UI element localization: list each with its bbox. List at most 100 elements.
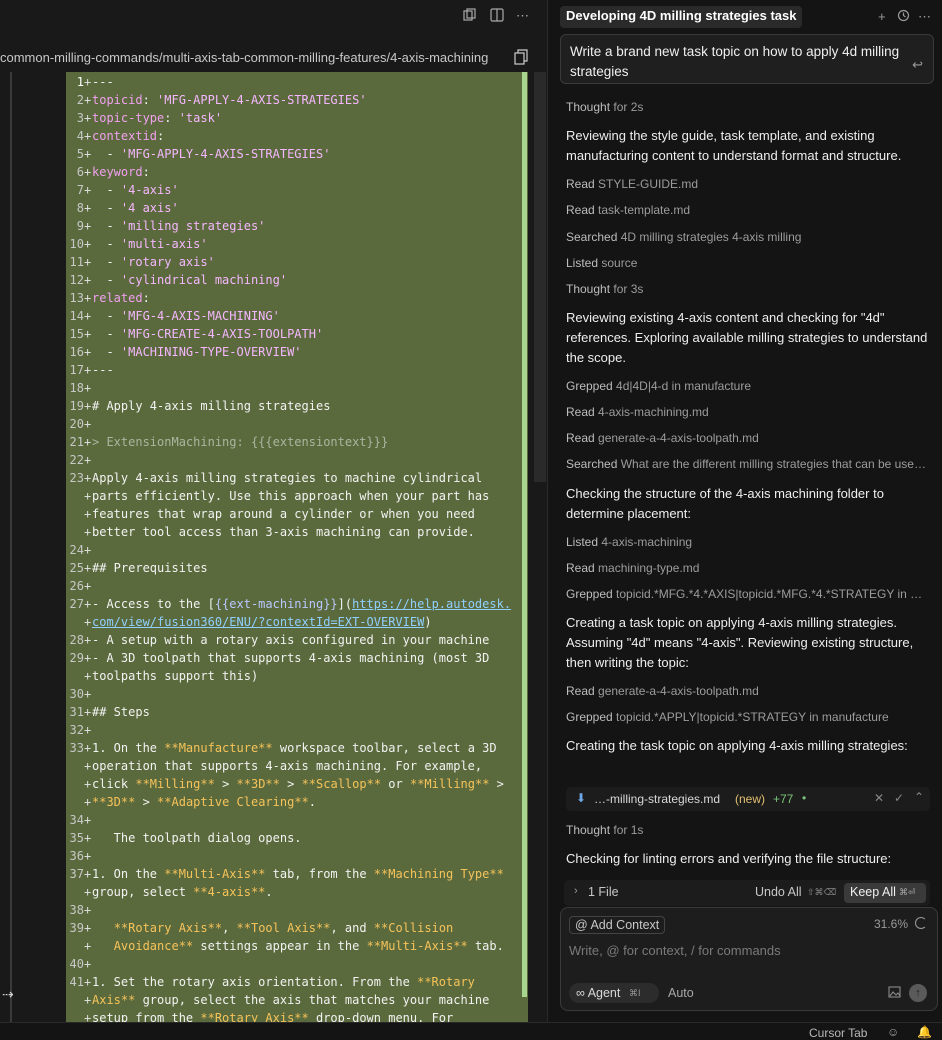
code-line[interactable]: - '4 axis'	[92, 199, 178, 217]
code-line[interactable]: parts efficiently. Use this approach whe…	[92, 487, 489, 505]
editor-scrollbar[interactable]	[534, 72, 546, 482]
code-line[interactable]: **Rotary Axis**, **Tool Axis**, and **Co…	[92, 919, 454, 937]
undo-all-button[interactable]: Undo All	[755, 885, 802, 899]
code-line[interactable]: topic-type: 'task'	[92, 109, 222, 127]
tool-action[interactable]: Read STYLE-GUIDE.md	[566, 176, 930, 192]
tool-action[interactable]: Thought for 1s	[566, 822, 930, 838]
add-context-button[interactable]: @ Add Context	[569, 916, 666, 934]
code-line[interactable]: - A 3D toolpath that supports 4-axis mac…	[92, 649, 489, 667]
code-line[interactable]: contextid:	[92, 127, 164, 145]
code-line[interactable]: - 'MFG-APPLY-4-AXIS-STRATEGIES'	[92, 145, 330, 163]
chat-input[interactable]: @ Add Context 31.6% Write, @ for context…	[560, 907, 938, 1011]
code-line[interactable]: ## Steps	[92, 703, 150, 721]
code-line[interactable]: Axis** group, select the axis that match…	[92, 991, 489, 1009]
code-token: ](	[337, 597, 353, 611]
code-line[interactable]: - 'MACHINING-TYPE-OVERVIEW'	[92, 343, 301, 361]
tool-action[interactable]: Grepped topicid.*APPLY|topicid.*STRATEGY…	[566, 709, 930, 725]
close-icon[interactable]: ✕	[874, 791, 884, 805]
code-line[interactable]: 1. On the **Manufacture** workspace tool…	[92, 739, 497, 757]
chevron-icon[interactable]: ⌃	[914, 790, 924, 804]
code-line[interactable]: - 'milling strategies'	[92, 217, 265, 235]
tool-action[interactable]: Read generate-a-4-axis-toolpath.md	[566, 683, 930, 699]
copy-path-icon[interactable]	[514, 49, 530, 65]
check-icon[interactable]: ✓	[894, 791, 904, 805]
split-editor-icon[interactable]	[463, 8, 477, 26]
tool-action[interactable]: Read task-template.md	[566, 202, 930, 218]
tool-action[interactable]: Listed source	[566, 255, 930, 271]
code-token: 'rotary axis'	[120, 255, 215, 269]
code-line[interactable]: - 'MFG-4-AXIS-MACHINING'	[92, 307, 279, 325]
code-line[interactable]: click **Milling** > **3D** > **Scallop**…	[92, 775, 504, 793]
code-token: 'task'	[178, 111, 223, 125]
code-line[interactable]: - 'MFG-CREATE-4-AXIS-TOOLPATH'	[92, 325, 323, 343]
code-token: https://help.autodesk.	[352, 597, 512, 611]
code-line[interactable]: - A setup with a rotary axis configured …	[92, 631, 489, 649]
code-line[interactable]: Avoidance** settings appear in the **Mul…	[92, 937, 504, 955]
chevron-right-icon[interactable]: ›	[574, 885, 578, 897]
line-number: 39	[69, 921, 84, 935]
files-count[interactable]: 1 File	[588, 885, 619, 899]
account-icon[interactable]: ☺	[887, 1025, 899, 1039]
action-verb: Read	[566, 405, 595, 419]
action-verb: Searched	[566, 457, 618, 471]
code-line[interactable]: keyword:	[92, 163, 150, 181]
diff-plus-marker: +	[84, 957, 92, 971]
tool-action[interactable]: Grepped 4d|4D|4-d in manufacture	[566, 378, 930, 394]
tool-action[interactable]: Searched What are the different milling …	[566, 456, 930, 472]
code-line[interactable]: - 'cylindrical machining'	[92, 271, 287, 289]
layout-icon[interactable]	[490, 8, 504, 26]
code-line[interactable]: - 'rotary axis'	[92, 253, 215, 271]
tool-action[interactable]: Read 4-axis-machining.md	[566, 404, 930, 420]
more-icon[interactable]: ⋯	[918, 9, 931, 25]
code-line[interactable]: ## Prerequisites	[92, 559, 208, 577]
code-line[interactable]: toolpaths support this)	[92, 667, 258, 685]
chat-input-placeholder[interactable]: Write, @ for context, / for commands	[569, 943, 781, 958]
code-line[interactable]: **3D** > **Adaptive Clearing**.	[92, 793, 316, 811]
more-icon[interactable]: ⋯	[516, 8, 529, 24]
tool-action[interactable]: Thought for 3s	[566, 281, 930, 297]
code-line[interactable]: com/view/fusion360/ENU/?contextId=EXT-OV…	[92, 613, 432, 631]
tool-action[interactable]: Listed 4-axis-machining	[566, 534, 930, 550]
code-line[interactable]: 1. Set the rotary axis orientation. From…	[92, 973, 475, 991]
code-line[interactable]: > ExtensionMachining: {{{extensiontext}}…	[92, 433, 388, 451]
code-token: tab, from the	[265, 867, 374, 881]
breadcrumb-path[interactable]: common-milling-commands/multi-axis-tab-c…	[0, 50, 488, 65]
code-line[interactable]: 1. On the **Multi-Axis** tab, from the *…	[92, 865, 504, 883]
code-token: **Rotary	[417, 975, 475, 989]
code-line[interactable]: better tool access than 3-axis machining…	[92, 523, 475, 541]
action-verb: Grepped	[566, 379, 613, 393]
code-line[interactable]: setup from the **Rotary Axis** drop-down…	[92, 1009, 453, 1022]
code-line[interactable]: ---	[92, 361, 114, 379]
file-change-chip[interactable]: ⬇ …-milling-strategies.md (new) +77 • ✕ …	[566, 787, 930, 811]
tool-action[interactable]: Read generate-a-4-axis-toolpath.md	[566, 430, 930, 446]
code-line[interactable]: # Apply 4-axis milling strategies	[92, 397, 330, 415]
code-line[interactable]: group, select **4-axis**.	[92, 883, 273, 901]
user-prompt[interactable]: Write a brand new task topic on how to a…	[560, 34, 934, 84]
bell-icon[interactable]: 🔔	[917, 1025, 932, 1039]
cursor-tab-label[interactable]: Cursor Tab	[809, 1026, 867, 1040]
chat-title[interactable]: Developing 4D milling strategies task	[560, 6, 803, 28]
code-line[interactable]: ---	[92, 73, 114, 91]
code-line[interactable]: operation that supports 4-axis machining…	[92, 757, 482, 775]
tool-action[interactable]: Grepped topicid.*MFG.*4.*AXIS|topicid.*M…	[566, 586, 930, 602]
code-line[interactable]: related:	[92, 289, 150, 307]
code-line[interactable]: topicid: 'MFG-APPLY-4-AXIS-STRATEGIES'	[92, 91, 367, 109]
tool-action[interactable]: Searched 4D milling strategies 4-axis mi…	[566, 229, 930, 245]
code-line[interactable]: features that wrap around a cylinder or …	[92, 505, 475, 523]
tool-action[interactable]: Read machining-type.md	[566, 560, 930, 576]
code-line[interactable]: The toolpath dialog opens.	[92, 829, 302, 847]
tool-action[interactable]: Thought for 2s	[566, 99, 930, 115]
code-line[interactable]: - Access to the [{{ext-machining}}](http…	[92, 595, 511, 613]
image-icon[interactable]	[888, 986, 901, 1001]
history-icon[interactable]	[897, 9, 910, 25]
code-line[interactable]: Apply 4-axis milling strategies to machi…	[92, 469, 482, 487]
line-number: 18	[69, 381, 84, 395]
model-select[interactable]: Auto	[668, 986, 694, 1000]
agent-mode-button[interactable]: ∞ Agent ⌘I	[569, 983, 659, 1003]
code-line[interactable]: - 'multi-axis'	[92, 235, 207, 253]
send-icon[interactable]: ↑	[909, 984, 927, 1002]
plus-icon[interactable]: +	[878, 9, 886, 24]
restore-icon[interactable]: ↩	[912, 55, 923, 75]
code-line[interactable]: - '4-axis'	[92, 181, 178, 199]
keep-all-button[interactable]: Keep All ⌘⏎	[844, 883, 926, 903]
